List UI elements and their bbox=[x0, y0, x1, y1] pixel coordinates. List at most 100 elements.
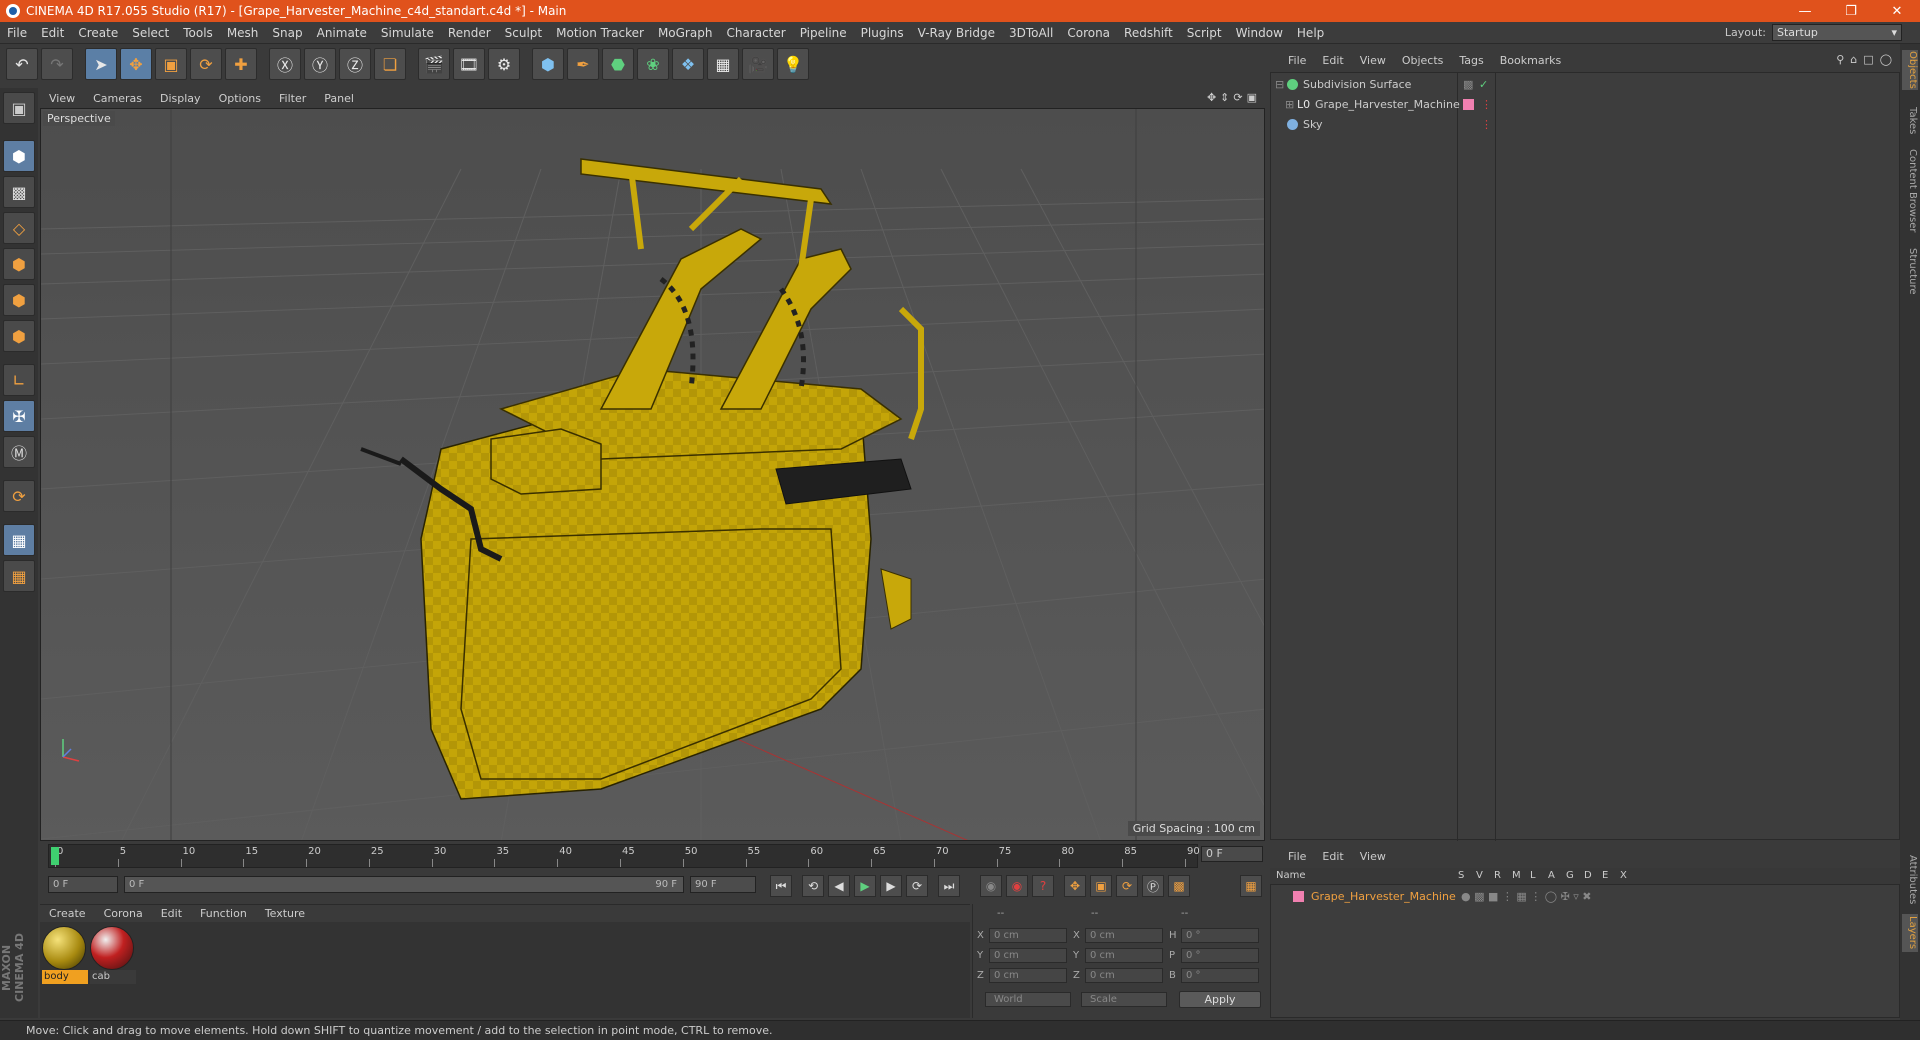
next-frame-icon[interactable]: ▶ bbox=[880, 875, 902, 897]
spline-pen-icon[interactable]: ✒ bbox=[567, 48, 599, 80]
goto-start-icon[interactable]: ⏮ bbox=[770, 875, 792, 897]
tab-layers[interactable]: Layers bbox=[1902, 914, 1918, 952]
mograph-cloner-icon[interactable]: ❀ bbox=[637, 48, 669, 80]
viewport-label[interactable]: Perspective bbox=[43, 111, 115, 126]
viewport-menu-cameras[interactable]: Cameras bbox=[84, 92, 151, 105]
timeline-window-icon[interactable]: ▦ bbox=[1240, 875, 1262, 897]
menu-select[interactable]: Select bbox=[125, 26, 176, 40]
menu-render[interactable]: Render bbox=[441, 26, 498, 40]
layer-column-locked[interactable]: L bbox=[1530, 868, 1536, 884]
object-menu-bookmarks[interactable]: Bookmarks bbox=[1492, 54, 1569, 67]
parameter-key-icon[interactable]: Ⓟ bbox=[1142, 875, 1164, 897]
collapse-icon[interactable]: ⊟ bbox=[1275, 75, 1284, 94]
menu-3dtoall[interactable]: 3DToAll bbox=[1002, 26, 1060, 40]
scale-key-icon[interactable]: ▣ bbox=[1090, 875, 1112, 897]
layer-column-manager[interactable]: M bbox=[1512, 868, 1521, 884]
menu-mesh[interactable]: Mesh bbox=[220, 26, 266, 40]
render-picture-viewer-icon[interactable]: 🎞 bbox=[453, 48, 485, 80]
size-y-field[interactable]: 0 cm bbox=[1085, 948, 1163, 963]
layer-menu-file[interactable]: File bbox=[1280, 850, 1314, 863]
menu-motion-tracker[interactable]: Motion Tracker bbox=[549, 26, 651, 40]
layer-column-generators[interactable]: G bbox=[1566, 868, 1574, 884]
maximize-view-icon[interactable]: ▣ bbox=[1247, 91, 1257, 104]
size-x-field[interactable]: 0 cm bbox=[1085, 928, 1163, 943]
subdivision-surface-icon[interactable]: ⬣ bbox=[602, 48, 634, 80]
viewport-menu-panel[interactable]: Panel bbox=[315, 92, 363, 105]
layer-menu-view[interactable]: View bbox=[1352, 850, 1394, 863]
layer-row-grape-harvester[interactable]: Grape_Harvester_Machine ● ▩ ■ ⋮ ▦ ⋮ ◯ ✠ … bbox=[1271, 887, 1899, 906]
visibility-dots-icon[interactable]: ⋮ bbox=[1481, 115, 1492, 134]
viewport-menu-view[interactable]: View bbox=[40, 92, 84, 105]
viewport-menu-filter[interactable]: Filter bbox=[270, 92, 315, 105]
deformer-icon[interactable]: ❖ bbox=[672, 48, 704, 80]
tab-content-browser[interactable]: Content Browser bbox=[1902, 148, 1918, 234]
locked-workplane-icon[interactable]: ▦ bbox=[3, 524, 35, 556]
playhead[interactable] bbox=[51, 847, 59, 865]
planar-workplane-icon[interactable]: ▦ bbox=[3, 560, 35, 592]
menu-window[interactable]: Window bbox=[1229, 26, 1290, 40]
object-row-sky[interactable]: Sky ⋮ bbox=[1271, 115, 1899, 134]
autokey-icon[interactable]: ◉ bbox=[1006, 875, 1028, 897]
scale-tool-icon[interactable]: ▣ bbox=[155, 48, 187, 80]
x-axis-lock-icon[interactable]: Ⓧ bbox=[269, 48, 301, 80]
layer-column-animation[interactable]: A bbox=[1548, 868, 1555, 884]
material-body[interactable]: body bbox=[42, 926, 88, 984]
rotation-key-icon[interactable]: ⟳ bbox=[1116, 875, 1138, 897]
record-keys-icon[interactable]: ◉ bbox=[980, 875, 1002, 897]
pla-key-icon[interactable]: ▩ bbox=[1168, 875, 1190, 897]
object-row-subdivision-surface[interactable]: ⊟ Subdivision Surface ▩ ✓ bbox=[1271, 75, 1899, 94]
close-icon[interactable]: ✕ bbox=[1874, 0, 1920, 22]
material-menu-texture[interactable]: Texture bbox=[256, 907, 314, 920]
menu-sculpt[interactable]: Sculpt bbox=[498, 26, 549, 40]
previous-key-icon[interactable]: ⟲ bbox=[802, 875, 824, 897]
pos-z-field[interactable]: 0 cm bbox=[989, 968, 1067, 983]
layer-column-view[interactable]: V bbox=[1476, 868, 1483, 884]
rot-p-field[interactable]: 0 ° bbox=[1181, 948, 1259, 963]
layer-menu-edit[interactable]: Edit bbox=[1314, 850, 1351, 863]
next-key-icon[interactable]: ⟳ bbox=[906, 875, 928, 897]
layer-color-swatch[interactable] bbox=[1463, 99, 1474, 110]
select-tool-icon[interactable]: ➤ bbox=[85, 48, 117, 80]
menu-mograph[interactable]: MoGraph bbox=[651, 26, 720, 40]
tab-objects[interactable]: Objects bbox=[1902, 50, 1918, 90]
layout-dropdown[interactable]: Startup ▾ bbox=[1772, 24, 1902, 41]
pan-icon[interactable]: ✥ bbox=[1207, 91, 1216, 104]
texture-mode-icon[interactable]: ▩ bbox=[3, 176, 35, 208]
menu-redshift[interactable]: Redshift bbox=[1117, 26, 1180, 40]
material-menu-function[interactable]: Function bbox=[191, 907, 256, 920]
menu-create[interactable]: Create bbox=[71, 26, 125, 40]
size-mode-dropdown[interactable]: Scale bbox=[1081, 992, 1167, 1007]
cube-object-icon[interactable]: ⬢ bbox=[532, 48, 564, 80]
position-key-icon[interactable]: ✥ bbox=[1064, 875, 1086, 897]
object-menu-edit[interactable]: Edit bbox=[1314, 54, 1351, 67]
rot-h-field[interactable]: 0 ° bbox=[1181, 928, 1259, 943]
perspective-viewport[interactable]: Perspective Grid Spacing : 100 cm bbox=[40, 108, 1265, 841]
menu-file[interactable]: File bbox=[0, 26, 34, 40]
layer-column-deformers[interactable]: D bbox=[1584, 868, 1592, 884]
object-menu-file[interactable]: File bbox=[1280, 54, 1314, 67]
layer-column-render[interactable]: R bbox=[1494, 868, 1501, 884]
make-editable-icon[interactable]: ▣ bbox=[3, 92, 35, 124]
live-selection-icon[interactable]: ✚ bbox=[225, 48, 257, 80]
end-frame-field[interactable]: 90 F bbox=[690, 876, 756, 893]
pos-x-field[interactable]: 0 cm bbox=[989, 928, 1067, 943]
axis-mode-icon[interactable]: ∟ bbox=[3, 364, 35, 396]
dolly-icon[interactable]: ⇕ bbox=[1220, 91, 1229, 104]
viewport-menu-options[interactable]: Options bbox=[210, 92, 270, 105]
menu-snap[interactable]: Snap bbox=[265, 26, 309, 40]
keyframe-selection-icon[interactable]: ? bbox=[1032, 875, 1054, 897]
edges-mode-icon[interactable]: ⬢ bbox=[3, 284, 35, 316]
material-cab[interactable]: cab bbox=[90, 926, 136, 984]
redo-icon[interactable]: ↷ bbox=[41, 48, 73, 80]
material-menu-create[interactable]: Create bbox=[40, 907, 95, 920]
object-menu-tags[interactable]: Tags bbox=[1451, 54, 1491, 67]
home-icon[interactable]: ⌂ bbox=[1850, 53, 1857, 66]
model-mode-icon[interactable]: ⬢ bbox=[3, 140, 35, 172]
menu-vray-bridge[interactable]: V-Ray Bridge bbox=[911, 26, 1002, 40]
orbit-icon[interactable]: ⟳ bbox=[1233, 91, 1242, 104]
workplane-icon[interactable]: ◇ bbox=[3, 212, 35, 244]
tab-takes[interactable]: Takes bbox=[1902, 106, 1918, 136]
layer-column-xref[interactable]: X bbox=[1620, 868, 1627, 884]
enabled-check-icon[interactable]: ✓ bbox=[1479, 75, 1488, 94]
pos-y-field[interactable]: 0 cm bbox=[989, 948, 1067, 963]
